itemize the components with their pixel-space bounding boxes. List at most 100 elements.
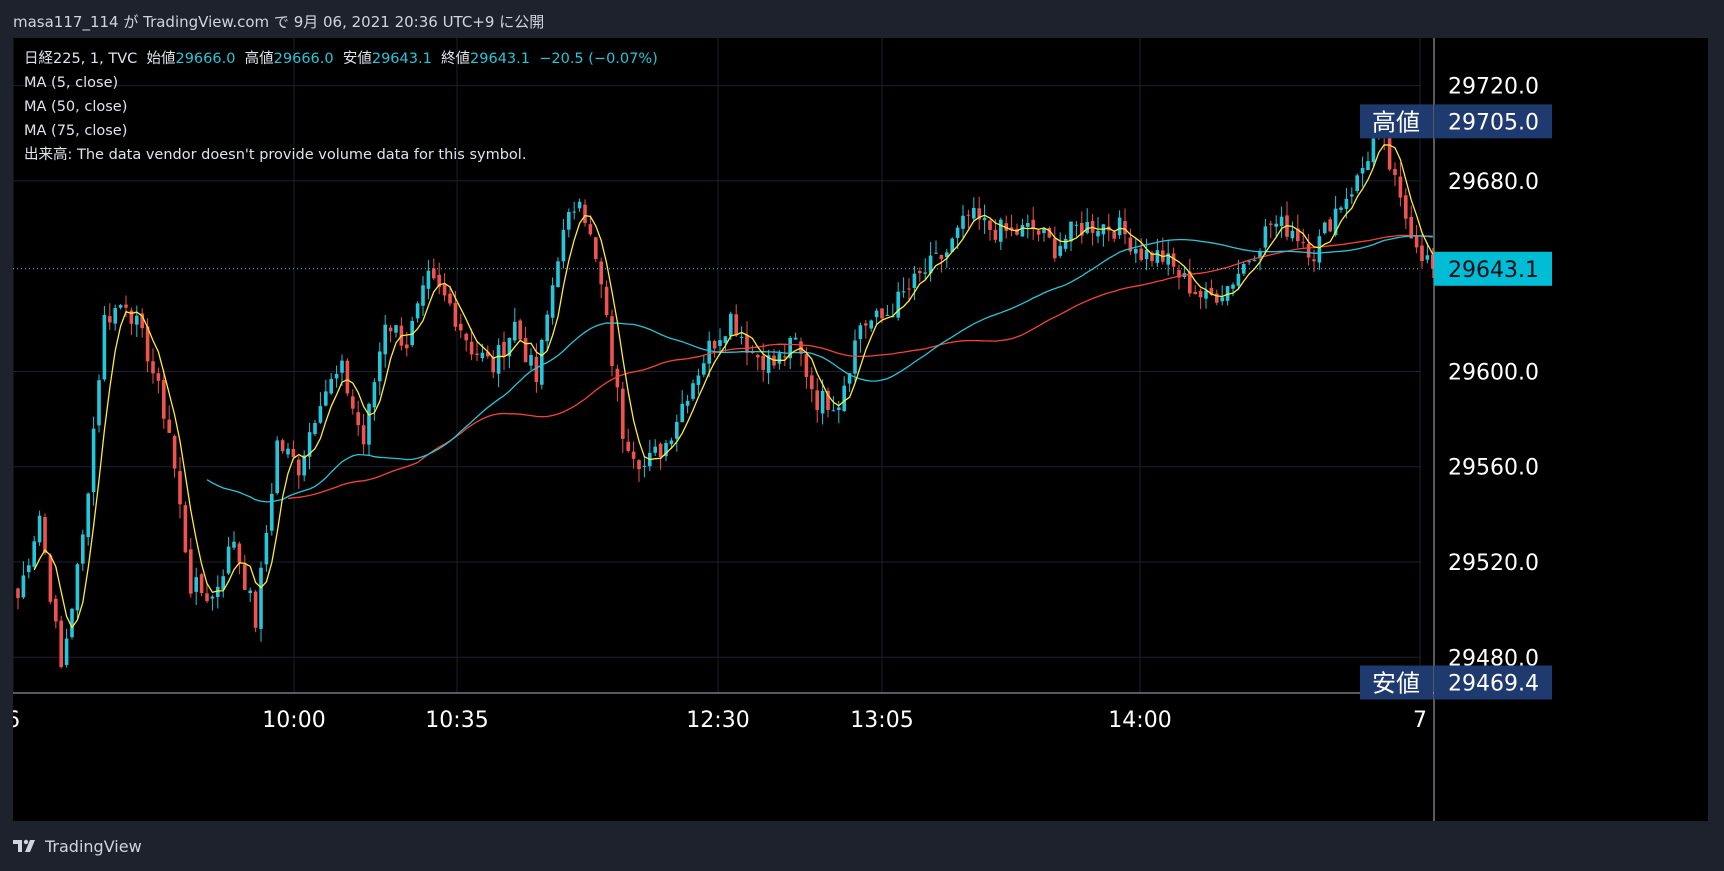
- price-tick-label-3: 29560.0: [1448, 456, 1539, 481]
- candle-body: [118, 305, 123, 308]
- candle-body: [529, 355, 533, 366]
- candle-body: [567, 211, 571, 230]
- candle-body: [259, 567, 263, 629]
- candle-body: [837, 407, 841, 410]
- candle-body: [729, 313, 733, 337]
- candle-body: [1096, 230, 1100, 237]
- candle-body: [86, 493, 90, 538]
- candle-248: [1355, 173, 1359, 194]
- candle-body: [351, 396, 355, 409]
- candle-body: [1231, 284, 1235, 289]
- candle-body: [1328, 219, 1332, 232]
- candle-body: [75, 564, 80, 611]
- candle-body: [626, 441, 630, 451]
- last-price-marker: 29643.1: [1434, 251, 1552, 286]
- candle-body: [291, 448, 296, 458]
- candle-4: [37, 510, 42, 546]
- candle-body: [653, 446, 657, 453]
- price-axis: [1434, 38, 1708, 821]
- candle-body: [496, 345, 501, 374]
- candle-body: [1204, 290, 1208, 299]
- high-marker: 高値 29705.0: [1360, 104, 1552, 139]
- candle-body: [588, 224, 593, 235]
- candle-body: [1387, 134, 1392, 170]
- candle-body: [831, 410, 836, 412]
- candle-body: [718, 340, 722, 346]
- time-tick-label-4: 13:05: [850, 708, 913, 733]
- candle-body: [1247, 261, 1251, 263]
- candle-body: [59, 620, 63, 668]
- candle-body: [1063, 238, 1068, 249]
- candle-body: [912, 273, 917, 288]
- candle-body: [394, 325, 398, 333]
- candle-6: [48, 553, 53, 605]
- candle-body: [243, 564, 247, 590]
- chart-panel[interactable]: 29720.0 29680.0 29600.0 29560.0 29520.0 29480…: [13, 38, 1708, 821]
- candle-body: [442, 284, 447, 296]
- candle-body: [1274, 223, 1278, 227]
- ohlc-row: 日経225, 1, TVC 始値29666.0 高値29666.0 安値2964…: [24, 47, 658, 71]
- candle-body: [599, 261, 603, 285]
- candle-body: [734, 314, 738, 336]
- candle-body: [367, 403, 371, 445]
- candle-body: [999, 219, 1003, 242]
- candle-body: [1263, 226, 1268, 248]
- candle-body: [27, 565, 31, 573]
- candle-body: [1117, 217, 1122, 236]
- candle-44: [253, 589, 258, 633]
- candle-body: [199, 574, 204, 594]
- candle-body: [745, 334, 749, 353]
- candle-body: [1134, 249, 1138, 254]
- close-label: 終値: [441, 51, 471, 67]
- candle-body: [1312, 259, 1316, 262]
- candle-body: [1269, 223, 1273, 225]
- ma50-legend[interactable]: MA (50, close): [24, 95, 658, 119]
- candle-body: [167, 419, 171, 433]
- candle-body: [669, 440, 674, 445]
- high-marker-value: 29705.0: [1448, 110, 1539, 135]
- candle-body: [1220, 297, 1224, 302]
- candle-body: [189, 549, 193, 594]
- candle-body: [432, 268, 436, 279]
- candle-body: [513, 321, 517, 341]
- candle-body: [777, 353, 782, 364]
- ma75-legend[interactable]: MA (75, close): [24, 119, 658, 143]
- candle-body: [675, 421, 679, 439]
- candle-body: [712, 340, 717, 349]
- ma5-legend[interactable]: MA (5, close): [24, 71, 658, 95]
- high-value: 29666.0: [273, 51, 334, 67]
- candle-body: [572, 211, 576, 213]
- candle-body: [680, 403, 684, 423]
- low-label: 安値: [342, 51, 372, 67]
- candle-body: [637, 460, 641, 470]
- candle-body: [561, 229, 566, 262]
- candle-body: [334, 373, 339, 379]
- candle-body: [64, 638, 69, 665]
- candle-body: [1301, 242, 1305, 244]
- candle-body: [918, 271, 922, 274]
- candle-body: [37, 515, 42, 543]
- candle-body: [988, 220, 992, 230]
- candle-body: [1339, 207, 1343, 210]
- candle-body: [972, 207, 976, 219]
- candle-body: [1058, 245, 1062, 256]
- candle-body: [232, 541, 236, 548]
- candle-body: [842, 385, 846, 411]
- candle-body: [707, 340, 711, 364]
- candle-body: [324, 391, 328, 406]
- candle-16: [102, 305, 107, 382]
- candle-body: [696, 375, 701, 385]
- candle-body: [502, 341, 506, 357]
- candle-body: [135, 315, 139, 325]
- candle-body: [1323, 222, 1327, 234]
- candle-body: [793, 337, 798, 340]
- candle-body: [1420, 245, 1424, 262]
- candle-body: [1026, 223, 1030, 227]
- candle-body: [815, 390, 819, 411]
- candle-body: [1020, 224, 1025, 237]
- candle-body: [1344, 198, 1349, 209]
- time-tick-label-0: 6: [13, 708, 20, 733]
- last-price-marker-value: 29643.1: [1448, 258, 1539, 283]
- candle-body: [21, 575, 26, 598]
- candle-31: [183, 501, 188, 554]
